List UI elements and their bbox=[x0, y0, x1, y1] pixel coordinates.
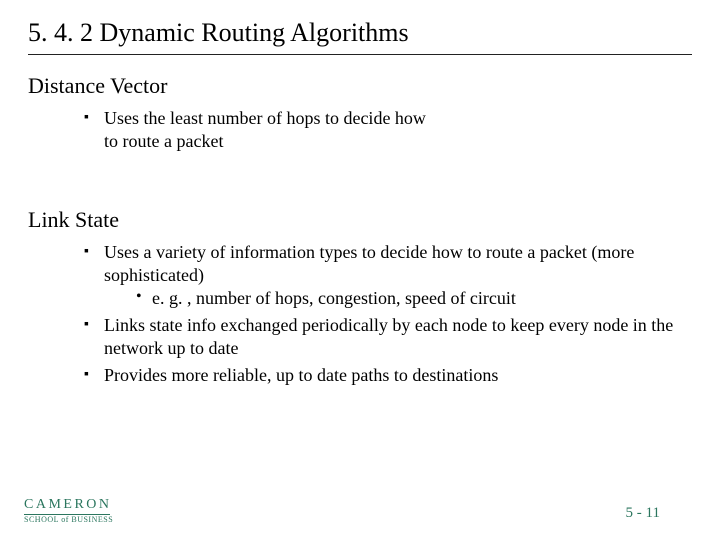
slide-title: 5. 4. 2 Dynamic Routing Algorithms bbox=[28, 18, 692, 55]
page-number: 5 - 11 bbox=[626, 505, 660, 522]
logo-line1: CAMERON bbox=[24, 498, 113, 512]
section-heading-distance-vector: Distance Vector bbox=[28, 73, 692, 99]
list-item: Uses a variety of information types to d… bbox=[84, 241, 692, 310]
bullet-text: Uses the least number of hops to decide … bbox=[104, 107, 434, 153]
cameron-logo: CAMERON SCHOOL of BUSINESS bbox=[24, 498, 113, 524]
list-item: Uses the least number of hops to decide … bbox=[84, 107, 692, 153]
bullet-text: Provides more reliable, up to date paths… bbox=[104, 365, 498, 385]
bullet-text: Uses a variety of information types to d… bbox=[104, 242, 634, 285]
slide: 5. 4. 2 Dynamic Routing Algorithms Dista… bbox=[0, 0, 720, 540]
bullet-list: Uses the least number of hops to decide … bbox=[28, 107, 692, 153]
sub-bullet-list: e. g. , number of hops, congestion, spee… bbox=[104, 287, 692, 310]
section-heading-link-state: Link State bbox=[28, 207, 692, 233]
sub-list-item: e. g. , number of hops, congestion, spee… bbox=[136, 287, 692, 310]
bullet-text: Links state info exchanged periodically … bbox=[104, 315, 673, 358]
bullet-list: Uses a variety of information types to d… bbox=[28, 241, 692, 387]
list-item: Links state info exchanged periodically … bbox=[84, 314, 692, 360]
sub-bullet-text: e. g. , number of hops, congestion, spee… bbox=[152, 288, 516, 308]
list-item: Provides more reliable, up to date paths… bbox=[84, 364, 692, 387]
logo-line2: SCHOOL of BUSINESS bbox=[24, 516, 113, 524]
